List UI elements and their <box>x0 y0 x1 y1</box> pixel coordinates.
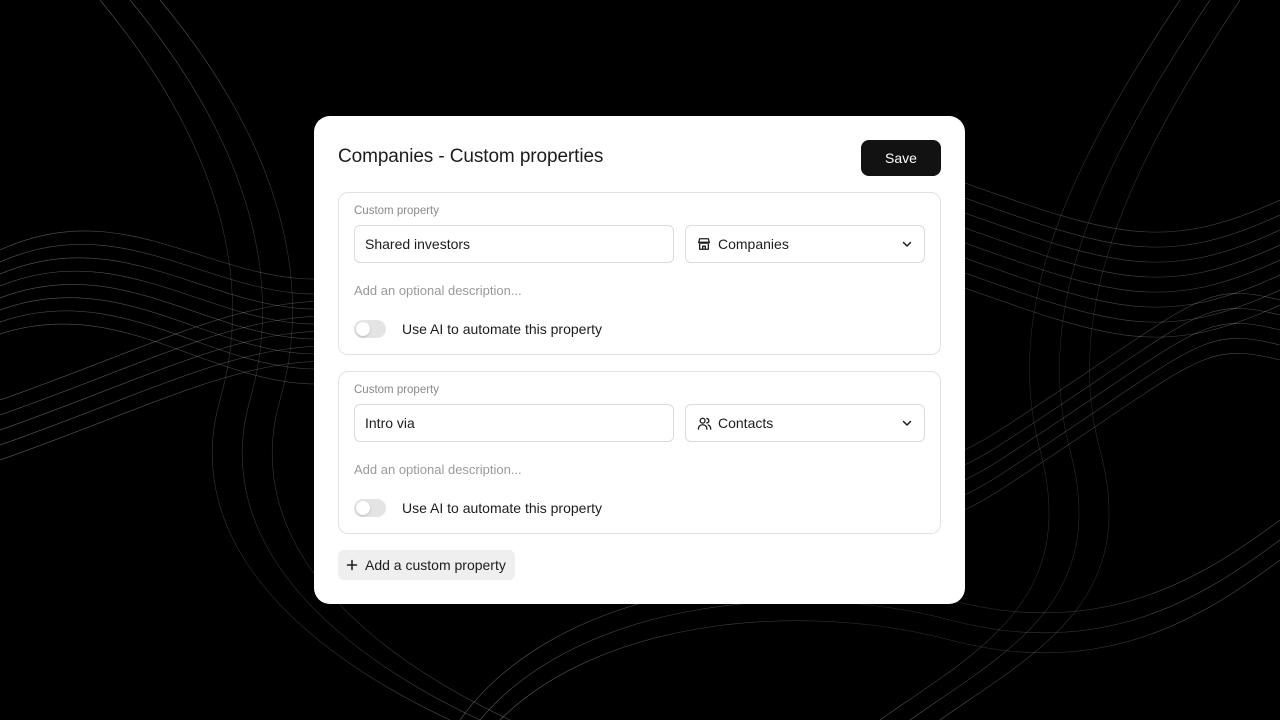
custom-properties-modal: Companies - Custom properties Save Custo… <box>314 116 965 604</box>
property-type-select[interactable]: Companies <box>685 225 925 263</box>
modal-title: Companies - Custom properties <box>338 146 604 167</box>
property-name-input[interactable] <box>354 404 674 442</box>
description-input[interactable] <box>354 458 924 480</box>
users-icon <box>696 415 712 431</box>
property-type-select[interactable]: Contacts <box>685 404 925 442</box>
add-custom-property-label: Add a custom property <box>365 557 506 573</box>
building-icon <box>696 236 712 252</box>
toggle-knob <box>356 322 370 336</box>
property-name-input[interactable] <box>354 225 674 263</box>
ai-toggle-label: Use AI to automate this property <box>402 321 602 337</box>
ai-toggle-row: Use AI to automate this property <box>354 498 602 518</box>
ai-toggle-label: Use AI to automate this property <box>402 500 602 516</box>
ai-automation-toggle[interactable] <box>354 499 386 517</box>
custom-property-card: Custom property Companies Use AI to auto… <box>338 192 941 355</box>
chevron-down-icon <box>900 237 914 251</box>
property-type-value: Contacts <box>718 415 774 431</box>
property-type-value: Companies <box>718 236 789 252</box>
custom-property-label: Custom property <box>354 205 440 217</box>
custom-property-label: Custom property <box>354 384 440 396</box>
chevron-down-icon <box>900 416 914 430</box>
toggle-knob <box>356 501 370 515</box>
save-button[interactable]: Save <box>861 140 941 176</box>
description-input[interactable] <box>354 279 924 301</box>
ai-automation-toggle[interactable] <box>354 320 386 338</box>
add-custom-property-button[interactable]: Add a custom property <box>338 550 515 580</box>
plus-icon <box>346 559 358 571</box>
custom-property-card: Custom property Contacts Use AI to autom… <box>338 371 941 534</box>
ai-toggle-row: Use AI to automate this property <box>354 319 602 339</box>
